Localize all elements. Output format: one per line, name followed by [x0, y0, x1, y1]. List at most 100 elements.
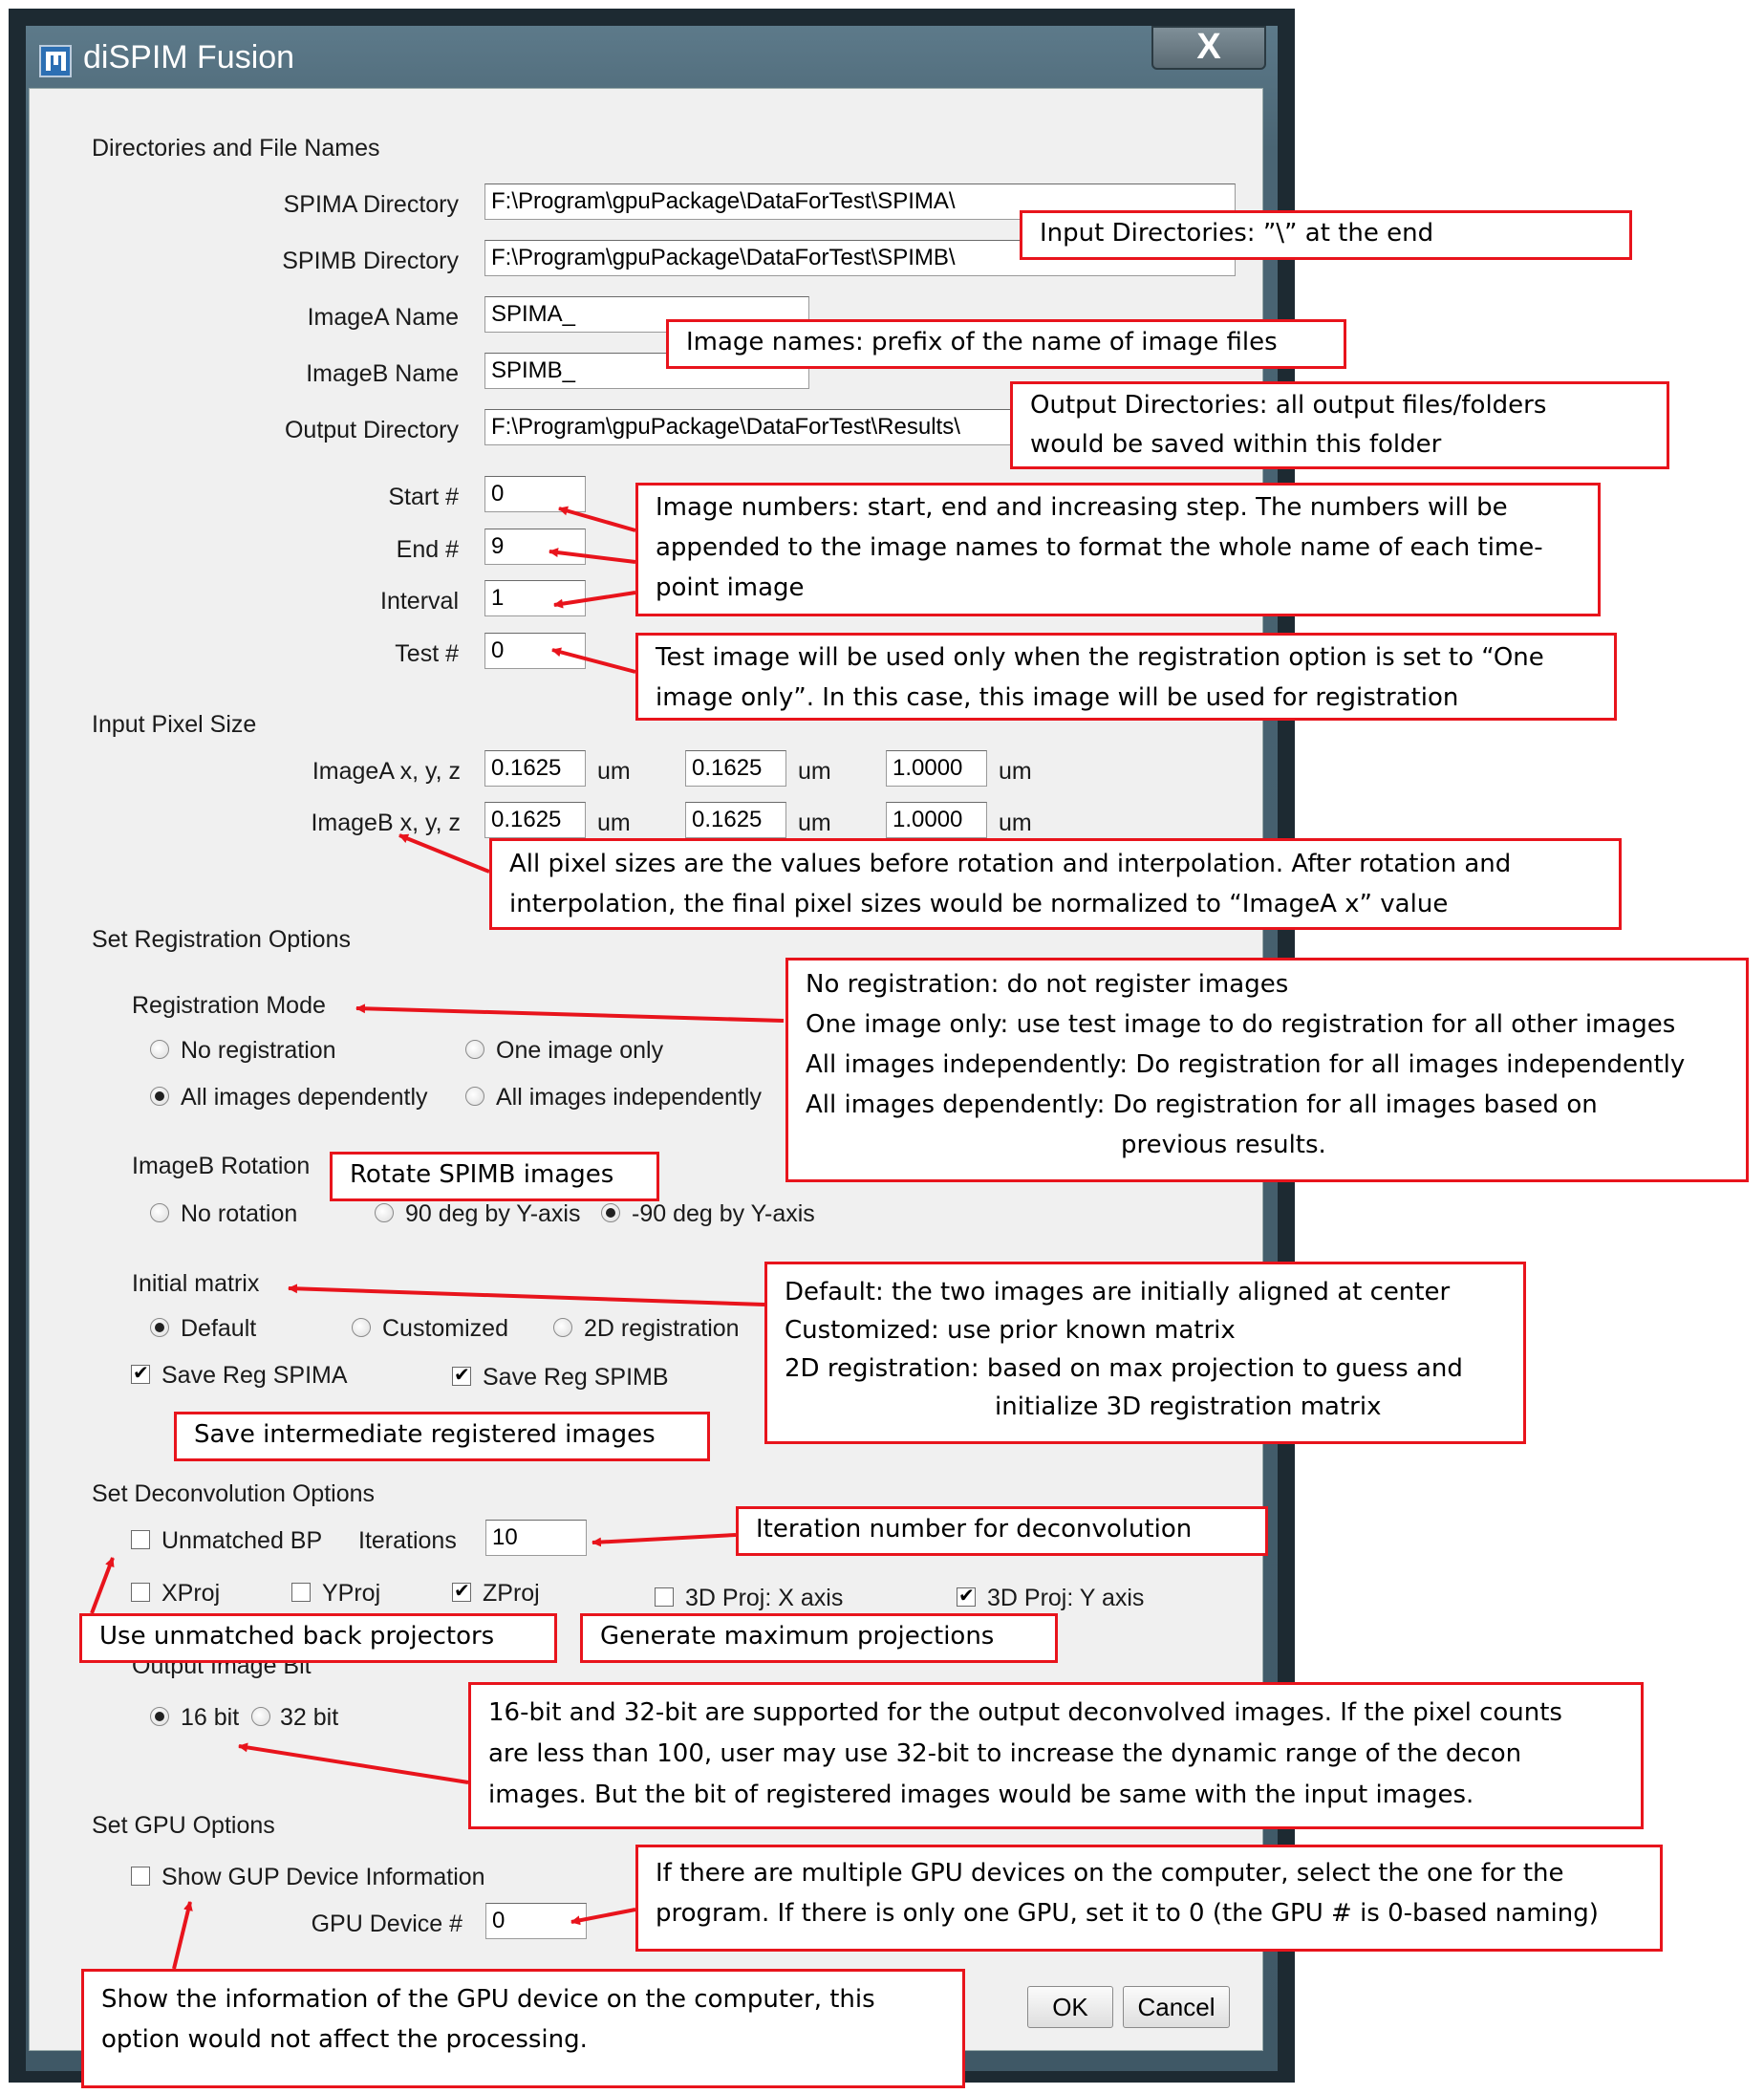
- note-text: Default: the two images are initially al…: [785, 1278, 1451, 1306]
- note-text: Generate maximum projections: [600, 1622, 995, 1651]
- window-title: diSPIM Fusion: [83, 39, 295, 76]
- radio-no-rotation[interactable]: [150, 1203, 169, 1222]
- radio-16-bit[interactable]: [150, 1707, 169, 1726]
- output-dir-label: Output Directory: [284, 417, 459, 443]
- note-text: No registration: do not register images: [806, 970, 1289, 999]
- gpu-device-label: GPU Device #: [311, 1911, 463, 1937]
- note-text: previous results.: [1121, 1131, 1326, 1159]
- checkbox-label: Unmatched BP: [161, 1527, 323, 1554]
- radio-label: One image only: [496, 1037, 664, 1064]
- checkbox-label: 3D Proj: Y axis: [987, 1585, 1145, 1611]
- note-text: Input Directories: ”\” at the end: [1040, 219, 1434, 248]
- note-text: Save intermediate registered images: [194, 1420, 656, 1449]
- section-pixel: Input Pixel Size: [92, 711, 257, 738]
- radio-label: 2D registration: [584, 1315, 740, 1342]
- radio-all-independently[interactable]: [465, 1087, 484, 1106]
- ok-button[interactable]: OK: [1027, 1986, 1113, 2028]
- note-output-dirs: Output Directories: all output files/fol…: [1010, 381, 1669, 469]
- note-text: are less than 100, user may use 32-bit t…: [488, 1739, 1522, 1768]
- imageb-name-label: ImageB Name: [306, 360, 459, 387]
- note-max-proj: Generate maximum projections: [580, 1613, 1058, 1663]
- test-label: Test #: [395, 640, 459, 667]
- imageb-z-input[interactable]: 1.0000: [886, 802, 987, 838]
- radio-minus-90-deg[interactable]: [601, 1203, 620, 1222]
- iterations-input[interactable]: 10: [485, 1520, 587, 1556]
- show-gpu-info-checkbox[interactable]: [131, 1867, 150, 1886]
- note-text: would be saved within this folder: [1030, 430, 1442, 459]
- note-text: Test image will be used only when the re…: [656, 643, 1544, 672]
- note-text: All images dependently: Do registration …: [806, 1090, 1598, 1119]
- checkbox-label: ZProj: [483, 1580, 540, 1607]
- save-reg-spimb-checkbox[interactable]: [452, 1363, 471, 1386]
- radio-90-deg[interactable]: [375, 1203, 394, 1222]
- radio-no-registration[interactable]: [150, 1040, 169, 1059]
- imagea-xyz-label: ImageA x, y, z: [312, 758, 461, 785]
- end-label: End #: [396, 536, 459, 563]
- radio-customized-matrix[interactable]: [352, 1318, 371, 1337]
- save-reg-spima-checkbox[interactable]: [131, 1361, 150, 1384]
- note-text: Show the information of the GPU device o…: [101, 1985, 875, 2014]
- section-registration: Set Registration Options: [92, 926, 351, 953]
- checkbox-label: Show GUP Device Information: [161, 1864, 485, 1890]
- imagea-y-input[interactable]: 0.1625: [685, 750, 786, 787]
- close-button[interactable]: X: [1151, 26, 1266, 70]
- note-initial-matrix: Default: the two images are initially al…: [764, 1262, 1526, 1444]
- start-input[interactable]: 0: [484, 476, 586, 512]
- cancel-button[interactable]: Cancel: [1123, 1986, 1230, 2028]
- imageb-y-input[interactable]: 0.1625: [685, 802, 786, 838]
- radio-all-dependently[interactable]: [150, 1087, 169, 1106]
- radio-32-bit[interactable]: [251, 1707, 270, 1726]
- radio-default-matrix[interactable]: [150, 1318, 169, 1337]
- xproj-checkbox[interactable]: [131, 1583, 150, 1602]
- 3d-proj-x-checkbox[interactable]: [655, 1587, 674, 1607]
- imageb-rotation-label: ImageB Rotation: [132, 1153, 311, 1179]
- imageb-x-input[interactable]: 0.1625: [484, 802, 586, 838]
- unmatched-bp-checkbox[interactable]: [131, 1530, 150, 1549]
- zproj-checkbox[interactable]: [452, 1579, 471, 1602]
- radio-label: 32 bit: [280, 1704, 339, 1731]
- checkbox-label: Save Reg SPIMB: [483, 1364, 669, 1391]
- section-gpu: Set GPU Options: [92, 1812, 275, 1839]
- checkbox-label: 3D Proj: X axis: [685, 1585, 844, 1611]
- note-text: appended to the image names to format th…: [656, 533, 1543, 562]
- note-text: point image: [656, 573, 805, 602]
- interval-input[interactable]: 1: [484, 580, 586, 616]
- note-text: If there are multiple GPU devices on the…: [656, 1859, 1564, 1888]
- radio-one-image-only[interactable]: [465, 1040, 484, 1059]
- 3d-proj-y-checkbox[interactable]: [957, 1584, 976, 1607]
- iterations-label: Iterations: [358, 1527, 457, 1554]
- test-input[interactable]: 0: [484, 633, 586, 669]
- imagea-z-input[interactable]: 1.0000: [886, 750, 987, 787]
- checkbox-label: Save Reg SPIMA: [161, 1362, 348, 1389]
- note-text: image only”. In this case, this image wi…: [656, 683, 1459, 712]
- title-bar[interactable]: diSPIM Fusion X: [26, 26, 1278, 93]
- imageb-xyz-label: ImageB x, y, z: [311, 810, 461, 836]
- note-rotate: Rotate SPIMB images: [330, 1152, 659, 1201]
- radio-label: All images independently: [496, 1084, 762, 1111]
- unit-label: um: [597, 810, 631, 836]
- radio-2d-registration[interactable]: [553, 1318, 572, 1337]
- note-text: Customized: use prior known matrix: [785, 1316, 1236, 1345]
- checkbox-label: XProj: [161, 1580, 221, 1607]
- radio-label: -90 deg by Y-axis: [632, 1200, 815, 1227]
- note-save-intermediate: Save intermediate registered images: [174, 1412, 710, 1461]
- note-text: Rotate SPIMB images: [350, 1160, 614, 1189]
- imagea-x-input[interactable]: 0.1625: [484, 750, 586, 787]
- note-text: One image only: use test image to do reg…: [806, 1010, 1676, 1039]
- note-text: option would not affect the processing.: [101, 2025, 588, 2054]
- note-gpu-select: If there are multiple GPU devices on the…: [635, 1845, 1663, 1952]
- note-pixel-sizes: All pixel sizes are the values before ro…: [489, 838, 1622, 930]
- end-input[interactable]: 9: [484, 529, 586, 565]
- unit-label: um: [798, 810, 831, 836]
- note-test-image: Test image will be used only when the re…: [635, 633, 1617, 721]
- radio-label: No registration: [181, 1037, 336, 1064]
- note-text: 16-bit and 32-bit are supported for the …: [488, 1698, 1562, 1727]
- note-text: Image numbers: start, end and increasing…: [656, 493, 1508, 522]
- gpu-device-input[interactable]: 0: [485, 1903, 587, 1939]
- note-text: program. If there is only one GPU, set i…: [656, 1899, 1599, 1928]
- radio-label: Default: [181, 1315, 257, 1342]
- unit-label: um: [999, 758, 1032, 785]
- yproj-checkbox[interactable]: [291, 1583, 311, 1602]
- note-text: interpolation, the final pixel sizes wou…: [509, 890, 1449, 918]
- radio-label: Customized: [382, 1315, 508, 1342]
